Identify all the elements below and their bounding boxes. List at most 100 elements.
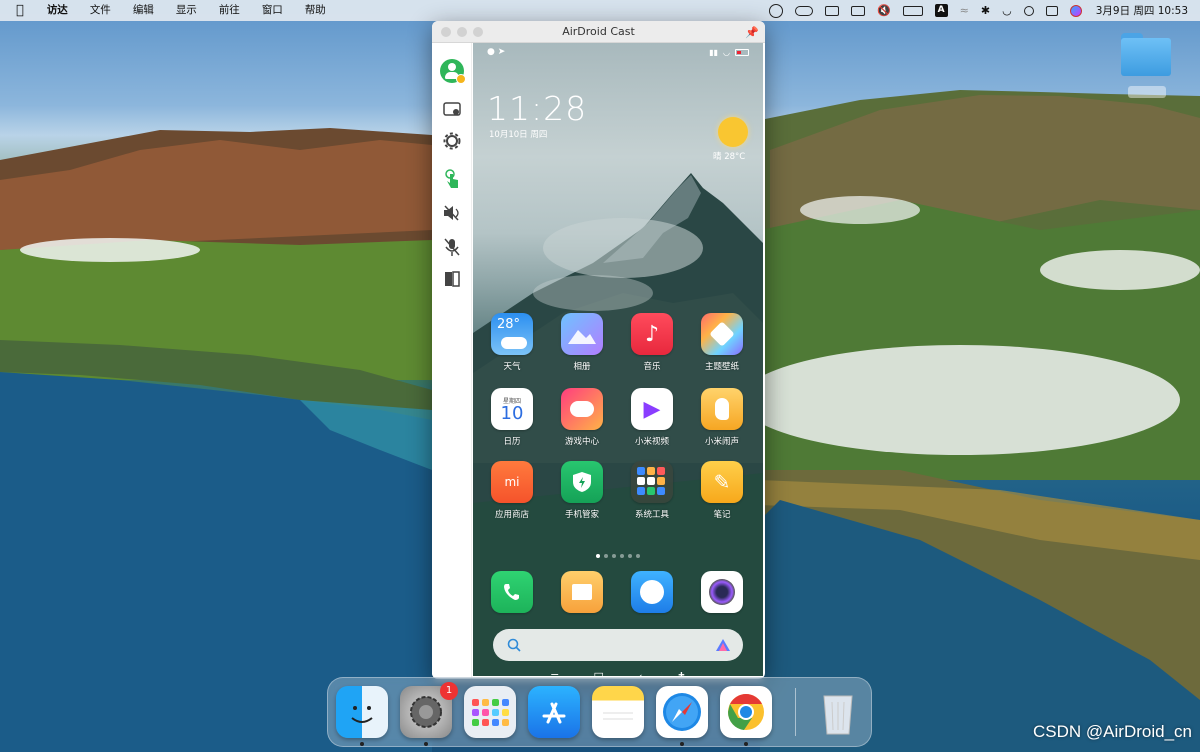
- menu-file[interactable]: 文件: [79, 0, 122, 21]
- app-label: 相册: [573, 362, 591, 372]
- avatar-icon[interactable]: [440, 59, 466, 84]
- menu-help[interactable]: 帮助: [294, 0, 337, 21]
- phone-screen[interactable]: ● ➤ ▮▮ ◡ 11:28 10月10日 周四 晴 28°C 28° 天气 相…: [473, 43, 763, 676]
- pin-icon[interactable]: 📌: [745, 26, 759, 39]
- siri-icon[interactable]: [1064, 0, 1088, 21]
- screen-icon[interactable]: [440, 97, 464, 121]
- bluetooth-icon[interactable]: ✱: [975, 0, 996, 21]
- security-app-icon: [561, 461, 603, 503]
- assistant-icon[interactable]: [715, 638, 731, 652]
- browser-app-icon[interactable]: [631, 571, 673, 613]
- folder-label[interactable]: [1128, 86, 1166, 98]
- app-label: 日历: [503, 437, 521, 447]
- search-icon[interactable]: [1018, 0, 1040, 21]
- mac-dock: 1: [327, 677, 872, 747]
- gear-icon[interactable]: [440, 129, 464, 153]
- wifi-off-icon[interactable]: ≈: [954, 0, 975, 21]
- app-label: 系统工具: [634, 510, 669, 520]
- app-game-center[interactable]: 游戏中心: [554, 388, 610, 447]
- app-label: 笔记: [713, 510, 731, 520]
- app-label: 天气: [503, 362, 521, 372]
- app-themes[interactable]: 主题壁纸: [694, 313, 750, 372]
- app-calendar[interactable]: 星期四 10 日历: [484, 388, 540, 447]
- finder-icon[interactable]: [336, 686, 388, 738]
- menu-edit[interactable]: 编辑: [122, 0, 165, 21]
- menu-window[interactable]: 窗口: [251, 0, 294, 21]
- phone-nav-bar: ≡ □ ‹ ✝: [473, 667, 763, 677]
- menubar-clock[interactable]: 3月9日 周四 10:53: [1088, 0, 1194, 21]
- weather-app-icon: 28°: [491, 313, 533, 355]
- menu-finder[interactable]: 访达: [36, 0, 79, 21]
- themes-app-icon: [701, 313, 743, 355]
- phone-app-icon[interactable]: [491, 571, 533, 613]
- mi-video-app-icon: ▶: [631, 388, 673, 430]
- app-weather[interactable]: 28° 天气: [484, 313, 540, 372]
- book-icon[interactable]: [440, 267, 464, 291]
- touch-icon[interactable]: [440, 167, 464, 191]
- wifi-icon[interactable]: ◡: [996, 0, 1018, 21]
- app-notes[interactable]: ✎ 笔记: [694, 461, 750, 520]
- notes-app-icon: ✎: [701, 461, 743, 503]
- phone-search-bar[interactable]: [493, 629, 743, 661]
- menu-bar:  访达 文件 编辑 显示 前往 窗口 帮助 🔇 A ≈ ✱ ◡ 3月9日 周四…: [0, 0, 1200, 21]
- gallery-app-icon: [561, 313, 603, 355]
- store-app-icon: mi: [491, 461, 533, 503]
- system-preferences-icon[interactable]: 1: [400, 682, 458, 738]
- menu-view[interactable]: 显示: [165, 0, 208, 21]
- music-app-icon: ♪: [631, 313, 673, 355]
- trash-icon[interactable]: [812, 686, 864, 738]
- watermark: CSDN @AirDroid_cn: [1033, 722, 1192, 741]
- game-center-app-icon: [561, 388, 603, 430]
- mic-mute-icon[interactable]: [440, 235, 464, 259]
- accessibility-icon[interactable]: ✝: [677, 670, 686, 677]
- home-icon[interactable]: □: [594, 670, 604, 677]
- app-mi-video[interactable]: ▶ 小米视频: [624, 388, 680, 447]
- menu-go[interactable]: 前往: [208, 0, 251, 21]
- window-title: AirDroid Cast: [562, 25, 635, 38]
- airdroid-status-icon[interactable]: [763, 0, 789, 21]
- app-store-icon[interactable]: [528, 686, 580, 738]
- airdroid-cast-window: AirDroid Cast 📌 ● ➤ ▮▮ ◡ 11:28 10月10日 周四…: [432, 21, 765, 679]
- window-titlebar[interactable]: AirDroid Cast 📌: [432, 21, 765, 43]
- battery-icon: [735, 48, 749, 56]
- status-area: 🔇 A ≈ ✱ ◡ 3月9日 周四 10:53: [763, 0, 1194, 21]
- control-center-icon[interactable]: [1040, 0, 1064, 21]
- dock-separator: [795, 688, 796, 736]
- sun-icon[interactable]: [718, 117, 748, 147]
- apple-icon[interactable]: : [0, 0, 36, 21]
- speaker-mute-icon[interactable]: [440, 201, 464, 225]
- page-indicator: [596, 554, 640, 558]
- app-label: 主题壁纸: [704, 362, 739, 372]
- camera-app-icon[interactable]: [701, 571, 743, 613]
- calendar-app-icon: 星期四 10: [491, 388, 533, 430]
- battery-icon[interactable]: [897, 0, 929, 21]
- safari-icon[interactable]: [656, 686, 708, 738]
- notification-icon: ● ➤: [487, 47, 506, 57]
- wifi-icon: ◡: [723, 47, 730, 57]
- mirror-status-icon[interactable]: [789, 0, 819, 21]
- app-security[interactable]: 手机管家: [554, 461, 610, 520]
- chrome-icon[interactable]: [720, 686, 772, 738]
- display-icon[interactable]: [845, 0, 871, 21]
- mute-icon[interactable]: 🔇: [871, 0, 897, 21]
- notes-icon[interactable]: [592, 686, 644, 738]
- folder-icon[interactable]: [1121, 33, 1171, 77]
- launchpad-icon[interactable]: [464, 686, 516, 738]
- back-icon[interactable]: ‹: [638, 670, 642, 677]
- app-store[interactable]: mi 应用商店: [484, 461, 540, 520]
- app-mi-alarm[interactable]: 小米闹声: [694, 388, 750, 447]
- app-music[interactable]: ♪ 音乐: [624, 313, 680, 372]
- app-system-tools[interactable]: 系统工具: [624, 461, 680, 520]
- search-icon: [507, 638, 521, 652]
- messages-app-icon[interactable]: [561, 571, 603, 613]
- menu-icon[interactable]: ≡: [550, 670, 559, 677]
- app-gallery[interactable]: 相册: [554, 313, 610, 372]
- input-method-icon[interactable]: A: [929, 0, 954, 21]
- screen-status-icon[interactable]: [819, 0, 845, 21]
- app-label: 游戏中心: [564, 437, 599, 447]
- phone-status-bar: ● ➤ ▮▮ ◡: [473, 43, 763, 61]
- home-clock[interactable]: 11:28: [487, 89, 587, 128]
- cast-sidebar: [432, 43, 472, 679]
- system-tools-folder-icon: [631, 461, 673, 503]
- signal-icon: ▮▮: [709, 47, 719, 57]
